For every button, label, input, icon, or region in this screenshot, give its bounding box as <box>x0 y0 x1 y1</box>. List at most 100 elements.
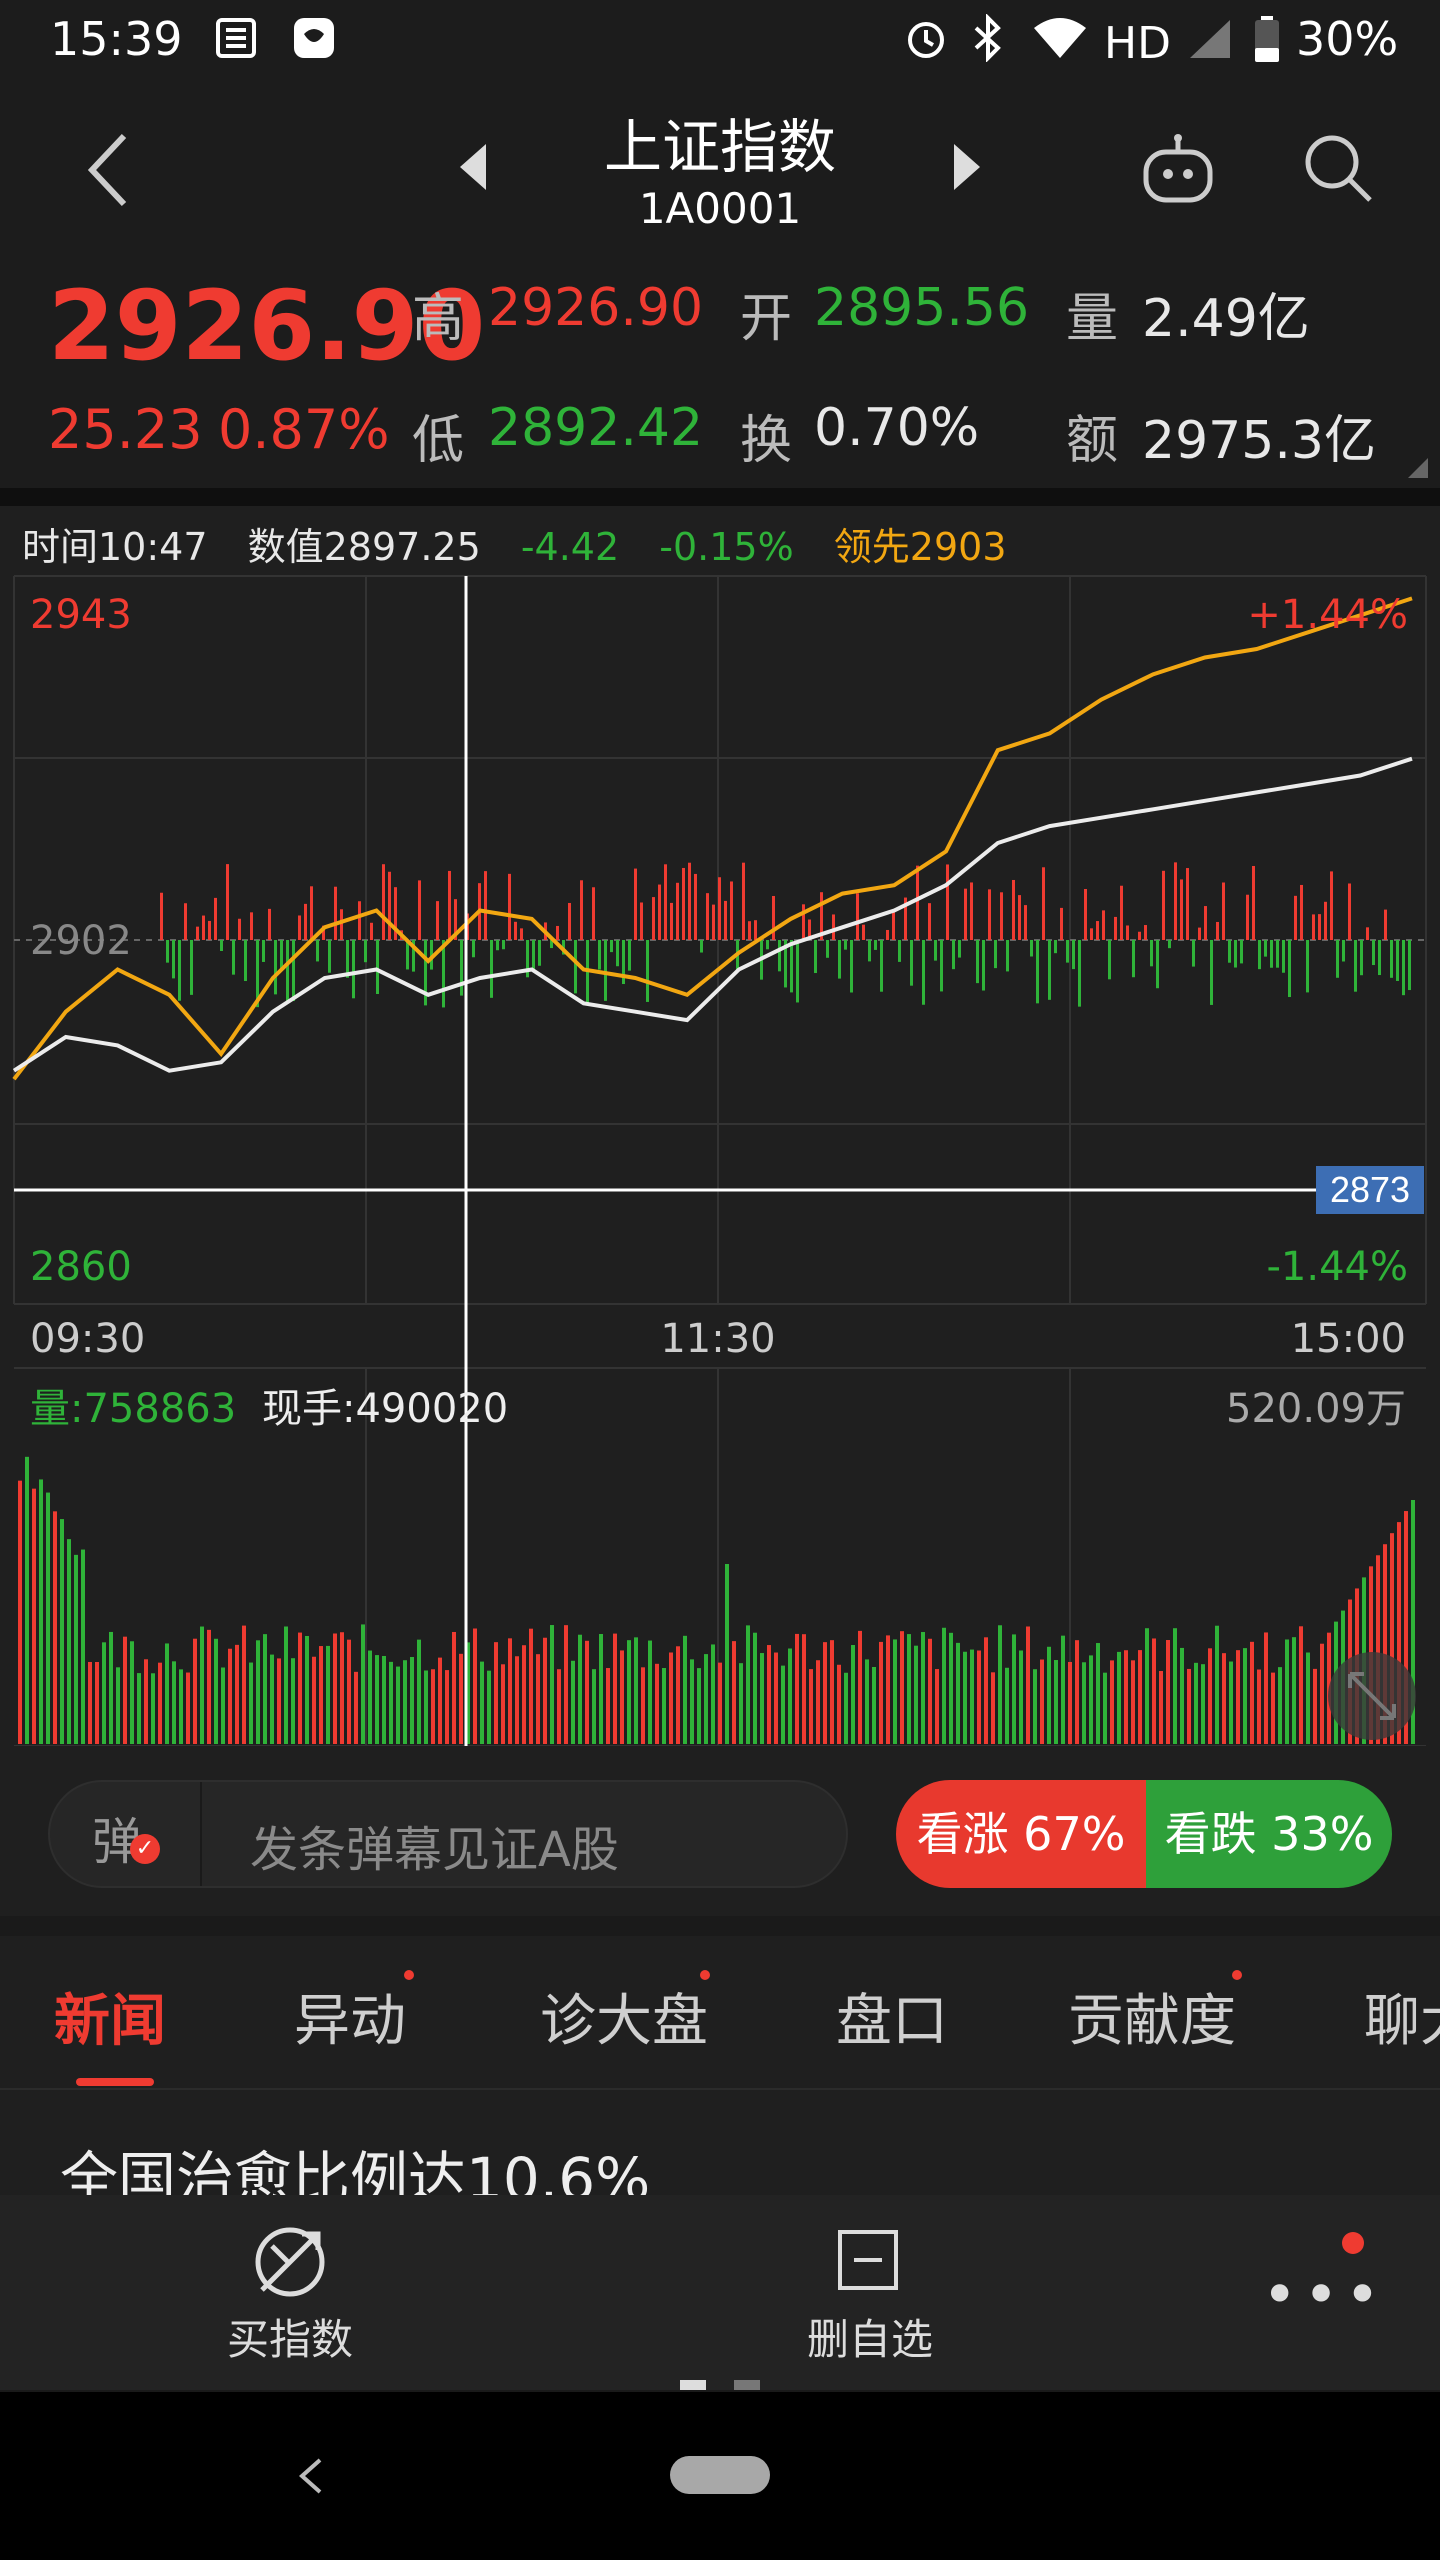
tab-chat[interactable]: 聊大 <box>1364 1976 1440 2057</box>
change-bar <box>790 940 793 993</box>
more-icon[interactable]: ••• <box>1262 2265 1386 2325</box>
volume-bar <box>872 1666 876 1744</box>
tab-contribution[interactable]: 贡献度 <box>1068 1976 1236 2057</box>
volume-bar <box>305 1635 309 1744</box>
change-bar <box>226 864 229 940</box>
volume-bar <box>690 1659 694 1744</box>
remove-watch-icon[interactable] <box>836 2228 900 2292</box>
volume-bar <box>1292 1637 1296 1744</box>
change-bar <box>1006 940 1009 972</box>
y-top-label: 2943 <box>30 592 132 638</box>
volume-bar <box>88 1661 92 1744</box>
change-bar <box>352 940 355 999</box>
volume-bar <box>795 1633 799 1744</box>
change-bar <box>460 940 463 996</box>
volume-bar <box>18 1480 22 1744</box>
volume-bar <box>844 1672 848 1744</box>
change-bar <box>748 921 751 940</box>
search-icon[interactable] <box>1300 130 1376 206</box>
volume-bar <box>424 1670 428 1744</box>
nav-home-button[interactable] <box>670 2456 770 2494</box>
change-bar <box>670 902 673 940</box>
volume-bar <box>1145 1628 1149 1744</box>
volume-bars <box>18 1456 1415 1744</box>
volume-bar <box>144 1659 148 1744</box>
change-bar <box>1036 940 1039 1004</box>
volume-bar <box>1033 1669 1037 1744</box>
volume-bar <box>1131 1660 1135 1744</box>
change-bar <box>664 864 667 940</box>
change-bar <box>988 889 991 940</box>
intraday-chart[interactable]: 2873 2943 2902 2860 +1.44% -1.44% 09:30 … <box>0 570 1440 1746</box>
volume-bar <box>998 1625 1002 1744</box>
volume-bar <box>389 1661 393 1744</box>
page-indicator-inactive <box>734 2380 760 2390</box>
change-bar <box>814 940 817 974</box>
volume-bar <box>515 1656 519 1744</box>
tab-news[interactable]: 新闻 <box>54 1976 166 2057</box>
volume-bar <box>1320 1643 1324 1744</box>
tab-orderbook[interactable]: 盘口 <box>836 1976 948 2057</box>
volume-bar <box>578 1634 582 1744</box>
volume-bar <box>1075 1640 1079 1744</box>
change-bar <box>1078 940 1081 1007</box>
volume-bar <box>1103 1672 1107 1744</box>
volume-bar <box>1068 1661 1072 1744</box>
tab-diagnose[interactable]: 诊大盘 <box>540 1976 708 2057</box>
change-bar <box>1198 927 1201 940</box>
change-bar <box>178 940 181 1001</box>
volume-bar <box>816 1660 820 1744</box>
danmu-input[interactable]: 弹 ✓ 发条弹幕见证A股 <box>48 1780 848 1888</box>
wifi-icon <box>1034 18 1086 58</box>
change-bar <box>658 884 661 940</box>
volume-bar <box>648 1640 652 1744</box>
tab-abnormal[interactable]: 异动 <box>294 1976 406 2057</box>
buy-index-label[interactable]: 买指数 <box>190 2306 390 2367</box>
change-bar <box>1042 867 1045 940</box>
page-indicator-active <box>680 2380 706 2390</box>
buy-index-icon[interactable] <box>250 2222 330 2302</box>
change-bar <box>604 940 607 1001</box>
change-bar <box>316 940 319 962</box>
danmu-placeholder: 发条弹幕见证A股 <box>250 1822 619 1878</box>
volume-label: 量 <box>1066 289 1119 349</box>
change-bar <box>250 912 253 940</box>
volume-bar <box>410 1657 414 1744</box>
danmu-toggle[interactable]: 弹 ✓ <box>50 1782 202 1886</box>
volume-bar <box>830 1640 834 1744</box>
volume-bar <box>781 1665 785 1744</box>
change-bar <box>598 940 601 970</box>
low-value: 2892.42 <box>488 398 704 458</box>
change-bar <box>1222 882 1225 940</box>
x-mid-label: 11:30 <box>660 1316 775 1362</box>
remove-watch-label[interactable]: 删自选 <box>770 2306 970 2367</box>
volume-bar <box>620 1650 624 1744</box>
robot-icon[interactable] <box>1140 132 1216 208</box>
change-bar <box>1384 909 1387 940</box>
volume-bar <box>606 1668 610 1744</box>
volume-bar <box>158 1662 162 1744</box>
volume-bar <box>95 1661 99 1744</box>
expand-corner-icon[interactable] <box>1406 456 1430 480</box>
vote-up-button[interactable]: 看涨 67% <box>896 1780 1146 1888</box>
change-bar <box>1174 862 1177 940</box>
change-bar <box>832 914 835 940</box>
volume-bar <box>837 1664 841 1744</box>
volume-bar <box>60 1519 64 1744</box>
nav-back-icon[interactable] <box>298 2456 324 2496</box>
volume-bar <box>396 1666 400 1744</box>
vote-down-button[interactable]: 看跌 33% <box>1146 1780 1392 1888</box>
change-bar <box>1228 940 1231 963</box>
volume-bar <box>326 1645 330 1744</box>
change-bar <box>1402 940 1405 996</box>
next-stock-icon[interactable] <box>952 142 982 192</box>
change-bar <box>232 940 235 975</box>
turnover-label: 换 <box>740 411 793 471</box>
volume-bar <box>291 1658 295 1744</box>
divider <box>0 488 1440 506</box>
change-bar <box>1342 940 1345 962</box>
change-bar <box>1108 940 1111 980</box>
change-bar <box>1258 940 1261 970</box>
fullscreen-icon[interactable] <box>1328 1652 1416 1740</box>
change-bar <box>172 940 175 979</box>
